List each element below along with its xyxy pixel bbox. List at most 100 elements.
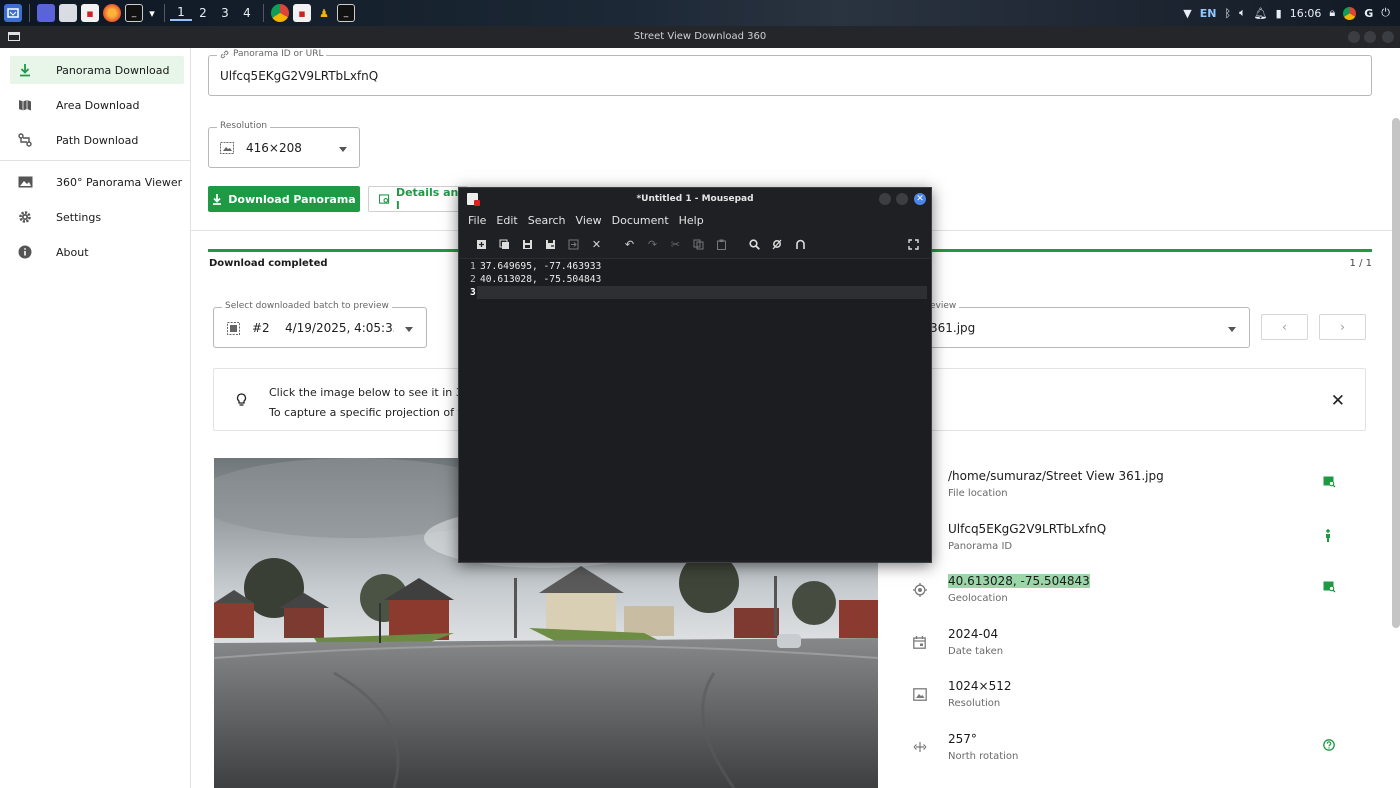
streetview-app-icon[interactable]: ♟ [315, 4, 333, 22]
redo-icon[interactable]: ↷ [641, 238, 664, 251]
workspace-3[interactable]: 3 [214, 6, 236, 20]
preview-select[interactable]: eview 361.jpg [891, 301, 1250, 348]
files-icon[interactable] [59, 4, 77, 22]
desktop: ▪ _ ▾ 1 2 3 4 ▪ ♟ _ ▼ EN ᛒ 🔈︎ 🔔︎ ▮ 16:06… [0, 0, 1400, 788]
terminal-icon[interactable]: _ [125, 4, 143, 22]
firefox-icon[interactable] [103, 4, 121, 22]
batch-select[interactable]: Select downloaded batch to preview #2 4/… [213, 301, 427, 348]
menu-document[interactable]: Document [612, 210, 669, 232]
batch-value: #2 4/19/2025, 4:05:33 PI [252, 321, 394, 335]
date-taken-value: 2024-04 [948, 627, 999, 641]
keyboard-layout[interactable]: EN [1200, 7, 1217, 20]
sidebar-item-panorama-viewer[interactable]: 360° Panorama Viewer [10, 168, 184, 196]
goto-line-icon[interactable] [789, 239, 812, 250]
editor-line[interactable]: 40.613028, -75.504843 [480, 274, 601, 285]
scrollbar[interactable] [1392, 118, 1400, 628]
batch-icon [227, 322, 240, 335]
undo-icon[interactable]: ↶ [618, 238, 641, 251]
mousepad-icon[interactable]: ▪ [81, 4, 99, 22]
battery-icon[interactable]: ▮ [1276, 7, 1282, 20]
mousepad-close-button[interactable]: ✕ [914, 193, 926, 205]
copy-icon[interactable] [687, 239, 710, 250]
sidebar-item-area-download[interactable]: Area Download [10, 91, 184, 119]
sidebar-item-about[interactable]: About [10, 238, 184, 266]
power-icon[interactable]: ⏻ [1381, 6, 1390, 20]
panorama-id-input[interactable]: Panorama ID or URL Ulfcq5EKgG2V9LRTbLxfn… [208, 49, 1372, 96]
close-button[interactable] [1382, 31, 1394, 43]
notification-bell-icon[interactable]: 🔔︎ [1254, 7, 1268, 20]
mousepad-titlebar[interactable]: *Untitled 1 - Mousepad ✕ [459, 188, 931, 210]
menu-search[interactable]: Search [528, 210, 566, 232]
map-search-icon[interactable] [1323, 581, 1336, 593]
file-location-value: /home/sumuraz/Street View 361.jpg [948, 469, 1164, 483]
new-document-icon[interactable] [470, 239, 493, 250]
chevron-down-icon [339, 147, 347, 152]
mousepad-editor[interactable]: 1 37.649695, -77.463933 2 40.613028, -75… [459, 258, 931, 560]
maximize-button[interactable] [1364, 31, 1376, 43]
geolocation-label: Geolocation [948, 593, 1008, 604]
menu-file[interactable]: File [468, 210, 486, 232]
lock-icon[interactable]: 🔒︎ [1329, 6, 1335, 20]
details-button[interactable]: Details and l [368, 186, 468, 212]
panorama-id-info-value: Ulfcq5EKgG2V9LRTbLxfnQ [948, 522, 1107, 536]
mousepad-minimize-button[interactable] [879, 193, 891, 205]
north-rotation-label: North rotation [948, 751, 1019, 762]
window-menu-icon[interactable] [8, 32, 20, 41]
workspace-2[interactable]: 2 [192, 6, 214, 20]
mousepad-task-icon[interactable]: ▪ [293, 4, 311, 22]
bluetooth-icon[interactable]: ᛒ [1224, 7, 1231, 20]
chevron-down-icon[interactable]: ▾ [147, 4, 157, 22]
previous-image-button[interactable]: ‹ [1261, 314, 1308, 340]
batch-label: Select downloaded batch to preview [222, 301, 392, 311]
find-replace-icon[interactable] [766, 239, 789, 250]
map-search-icon[interactable] [1323, 476, 1336, 488]
menu-edit[interactable]: Edit [496, 210, 517, 232]
volume-icon[interactable]: 🔈︎ [1239, 6, 1246, 20]
mousepad-toolbar: ✕ ↶ ↷ ✂ [459, 232, 931, 256]
mousepad-maximize-button[interactable] [896, 193, 908, 205]
close-document-icon[interactable]: ✕ [585, 238, 608, 251]
download-count: 1 / 1 [1349, 258, 1372, 269]
map-search-icon [379, 193, 390, 204]
sidebar-item-settings[interactable]: Settings [10, 203, 184, 231]
workspace-1[interactable]: 1 [170, 5, 192, 21]
cut-icon[interactable]: ✂ [664, 238, 687, 251]
sidebar-item-path-download[interactable]: Path Download [10, 126, 184, 154]
app-menu-icon[interactable] [4, 4, 22, 22]
line-number: 1 [470, 261, 476, 272]
person-icon[interactable] [1323, 529, 1333, 542]
paste-icon[interactable] [710, 239, 733, 250]
menu-view[interactable]: View [576, 210, 602, 232]
help-icon[interactable] [1323, 739, 1335, 751]
info-date-taken: 2024-04 Date taken [891, 624, 1371, 674]
app-titlebar: Street View Download 360 [0, 26, 1400, 48]
save-as-icon[interactable] [539, 239, 562, 250]
download-panorama-button[interactable]: Download Panorama [208, 186, 360, 212]
new-window-icon[interactable] [493, 239, 516, 250]
sidebar-item-panorama-download[interactable]: Panorama Download [10, 56, 184, 84]
minimize-button[interactable] [1348, 31, 1360, 43]
photo-size-icon [913, 688, 927, 701]
sidebar-item-label: 360° Panorama Viewer [56, 175, 183, 189]
g-tray-icon[interactable]: G [1364, 7, 1373, 20]
search-icon[interactable] [743, 238, 766, 250]
wifi-icon[interactable]: ▼ [1183, 7, 1191, 20]
desktop-icon[interactable] [37, 4, 55, 22]
workspace-4[interactable]: 4 [236, 6, 258, 20]
resolution-select[interactable]: Resolution 416×208 [208, 121, 360, 168]
clock[interactable]: 16:06 [1290, 7, 1322, 20]
chrome-icon[interactable] [271, 4, 289, 22]
sidebar-item-label: Area Download [56, 98, 140, 112]
close-icon[interactable]: ✕ [1331, 391, 1345, 411]
revert-icon[interactable] [562, 239, 585, 250]
info-panorama-id: Ulfcq5EKgG2V9LRTbLxfnQ Panorama ID [891, 519, 1371, 569]
menu-help[interactable]: Help [679, 210, 704, 232]
terminal-task-icon[interactable]: _ [337, 4, 355, 22]
editor-line[interactable]: 37.649695, -77.463933 [480, 261, 601, 272]
file-location-label: File location [948, 488, 1008, 499]
save-icon[interactable] [516, 239, 539, 250]
next-image-button[interactable]: › [1319, 314, 1366, 340]
chrome-tray-icon[interactable] [1343, 6, 1357, 20]
fullscreen-icon[interactable] [902, 238, 925, 250]
geolocation-value: 40.613028, -75.504843 [948, 574, 1090, 588]
